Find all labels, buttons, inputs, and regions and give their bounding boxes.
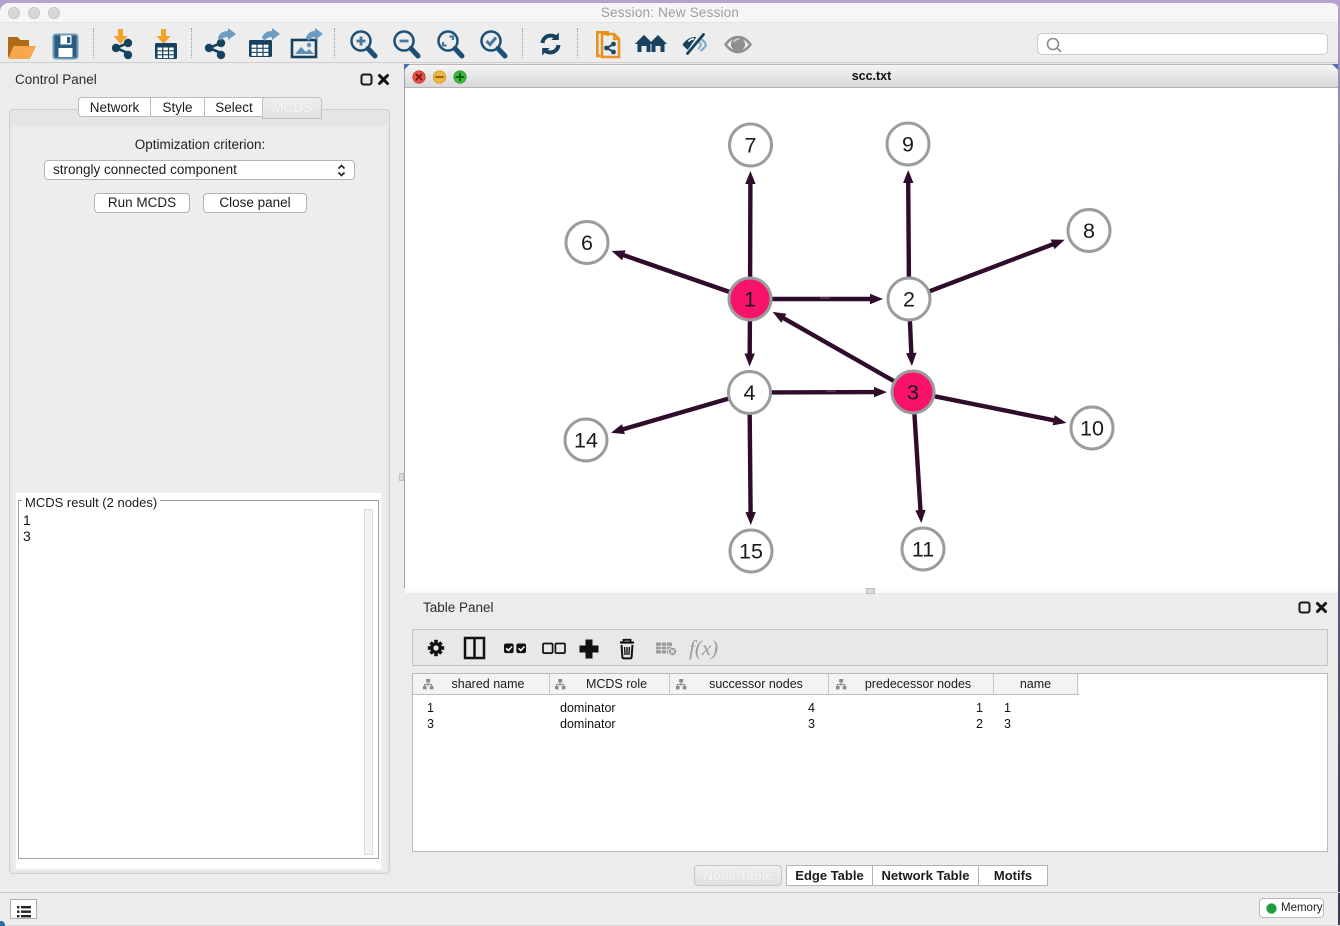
svg-text:f(x): f(x) <box>689 636 718 660</box>
svg-text:11: 11 <box>912 538 934 562</box>
svg-text:3: 3 <box>907 381 919 405</box>
svg-text:10: 10 <box>1080 417 1104 441</box>
svg-text:8: 8 <box>1083 219 1095 243</box>
svg-text:15: 15 <box>739 540 763 564</box>
svg-text:6: 6 <box>581 231 593 255</box>
svg-text:14: 14 <box>574 429 598 453</box>
svg-text:4: 4 <box>744 381 756 405</box>
svg-text:7: 7 <box>745 134 757 158</box>
svg-text:1: 1 <box>744 288 756 312</box>
svg-text:2: 2 <box>903 288 915 312</box>
svg-text:9: 9 <box>902 133 914 157</box>
